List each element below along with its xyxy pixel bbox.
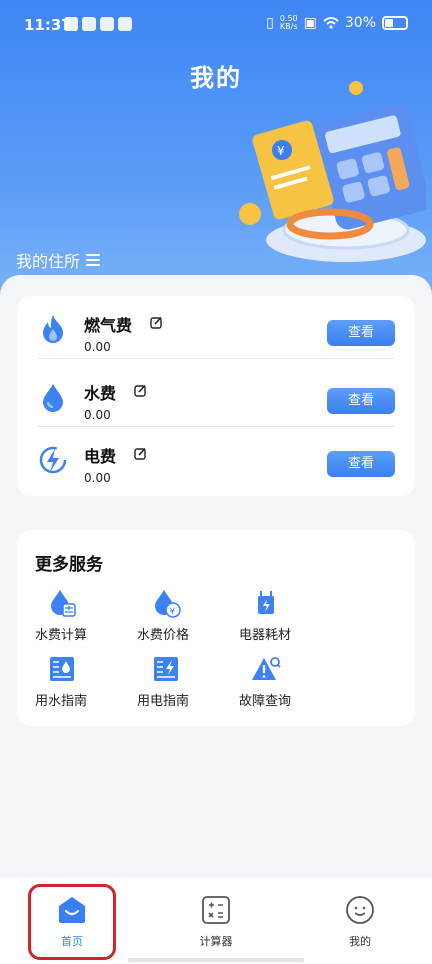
bill-row-gas: 燃气费 0.00 查看 xyxy=(17,296,415,359)
service-label: 水费价格 xyxy=(137,628,190,643)
edit-icon[interactable] xyxy=(150,316,163,329)
bill-name: 燃气费 xyxy=(84,316,133,335)
appliance-icon xyxy=(258,591,274,614)
notification-icons xyxy=(64,17,132,31)
services-title: 更多服务 xyxy=(35,555,103,575)
service-appliance-consumables[interactable]: 电器耗材 xyxy=(239,588,319,648)
edit-icon[interactable] xyxy=(134,447,147,460)
service-label: 水费计算 xyxy=(35,628,88,643)
home-icon xyxy=(59,897,85,923)
tab-calculator[interactable]: 计算器 xyxy=(156,877,276,957)
water-calculator-icon xyxy=(51,590,76,617)
view-electric-button[interactable]: 查看 xyxy=(327,451,395,477)
lightning-icon xyxy=(39,446,67,474)
svg-text:¥: ¥ xyxy=(170,607,176,617)
home-indicator xyxy=(128,958,304,962)
water-guide-icon xyxy=(50,657,74,681)
bill-name: 电费 xyxy=(84,447,117,466)
service-fault-query[interactable]: 故障查询 xyxy=(239,654,319,714)
sim-icon: ▣ xyxy=(303,15,317,31)
app-notification-icon xyxy=(64,17,78,31)
service-water-calculation[interactable]: 水费计算 xyxy=(35,588,115,648)
electric-guide-icon xyxy=(154,657,178,681)
water-drop-icon xyxy=(43,384,63,412)
service-label: 用水指南 xyxy=(35,694,88,709)
bill-amount: 0.00 xyxy=(84,471,111,485)
service-label: 故障查询 xyxy=(239,694,292,709)
flame-icon xyxy=(43,315,63,343)
bill-card: 燃气费 0.00 查看 水费 0.00 查看 电费 0.00 查看 xyxy=(17,296,415,496)
residence-label: 我的住所 xyxy=(16,252,81,271)
tab-label: 首页 xyxy=(61,935,83,948)
vibrate-icon: ▯ xyxy=(266,15,274,31)
qq-icon xyxy=(118,17,132,31)
battery-icon xyxy=(382,16,408,30)
smiley-icon xyxy=(346,896,374,924)
tab-home[interactable]: 首页 xyxy=(12,877,132,957)
status-bar: 11:37 ▯ 0.50 KB/s ▣ 30% xyxy=(0,0,432,50)
water-price-icon: ¥ xyxy=(155,590,181,618)
residence-selector[interactable]: 我的住所 xyxy=(16,248,101,272)
fault-warning-icon xyxy=(252,657,281,680)
bill-amount: 0.00 xyxy=(84,408,111,422)
bill-row-electric: 电费 0.00 查看 xyxy=(17,427,415,490)
menu-icon xyxy=(86,251,101,269)
status-right: ▯ 0.50 KB/s ▣ 30% xyxy=(266,15,408,31)
net-speed-unit: KB/s xyxy=(279,22,298,31)
tab-label: 我的 xyxy=(349,935,371,948)
tab-label: 计算器 xyxy=(199,935,233,948)
bill-amount: 0.00 xyxy=(84,340,111,354)
cloud-icon xyxy=(82,17,96,31)
service-label: 用电指南 xyxy=(137,694,190,709)
service-water-price[interactable]: ¥ 水费价格 xyxy=(137,588,217,648)
services-card: 更多服务 水费计算 ¥ 水费价格 电器耗材 用水指南 用电指南 故障查询 xyxy=(17,530,415,726)
service-water-guide[interactable]: 用水指南 xyxy=(35,654,115,714)
view-water-button[interactable]: 查看 xyxy=(327,388,395,414)
wifi-icon xyxy=(323,17,339,29)
service-label: 电器耗材 xyxy=(239,628,292,643)
tab-mine[interactable]: 我的 xyxy=(300,877,420,957)
view-gas-button[interactable]: 查看 xyxy=(327,320,395,346)
net-speed: 0.50 KB/s xyxy=(280,15,298,31)
service-electric-guide[interactable]: 用电指南 xyxy=(137,654,217,714)
bills-illustration: ¥ xyxy=(239,81,426,262)
weibo-icon xyxy=(100,17,114,31)
bill-name: 水费 xyxy=(84,384,117,403)
svg-text:¥: ¥ xyxy=(277,144,285,158)
bill-row-water: 水费 0.00 查看 xyxy=(17,364,415,427)
battery-percent: 30% xyxy=(344,15,376,31)
calculator-icon xyxy=(202,896,230,924)
edit-icon[interactable] xyxy=(134,384,147,397)
bottom-tab-bar: 首页 计算器 我的 xyxy=(0,876,432,964)
